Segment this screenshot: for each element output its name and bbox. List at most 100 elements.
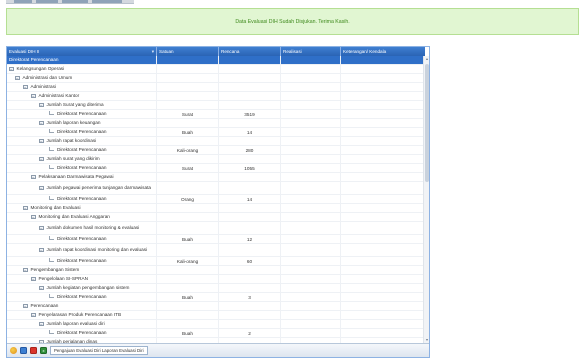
column-header-keterangan[interactable]: Keterangan/ Kendala (341, 47, 425, 56)
tree-node-row[interactable]: − Jumlah surat yang dikirim (7, 155, 425, 164)
satuan-cell (157, 222, 219, 234)
tree-leaf-row[interactable]: Direktorat Perencanaan Kali-orang 280 (7, 146, 425, 155)
row-name-cell: Direktorat Perencanaan (7, 146, 157, 154)
collapse-toggle-icon[interactable]: − (39, 321, 44, 327)
tree-node-row[interactable]: − Jumlah laporan keuangan (7, 119, 425, 128)
collapse-toggle-icon[interactable]: − (31, 276, 36, 282)
tree-leaf-row[interactable]: Direktorat Perencanaan Buah 14 (7, 128, 425, 137)
column-header-realisasi[interactable]: Realisasi (281, 47, 341, 56)
keterangan-cell[interactable] (341, 146, 425, 154)
realisasi-cell[interactable] (281, 164, 341, 172)
satuan-cell (157, 284, 219, 292)
rencana-cell (219, 101, 281, 109)
tree-node-row[interactable]: − Administrasi dan Umum (7, 74, 425, 83)
tree-node-row[interactable]: − Jumlah laporan evaluasi diri (7, 320, 425, 329)
realisasi-cell[interactable] (281, 235, 341, 243)
keterangan-cell[interactable] (341, 195, 425, 203)
keterangan-cell[interactable] (341, 329, 425, 337)
keterangan-cell[interactable] (341, 128, 425, 136)
vertical-scrollbar[interactable]: ▴ ▾ (423, 56, 429, 343)
tree-branch-line-icon (49, 294, 54, 298)
tree-leaf-row[interactable]: Direktorat Perencanaan Surat 1055 (7, 164, 425, 173)
tree-leaf-row[interactable]: Direktorat Perencanaan Buah 12 (7, 235, 425, 244)
tree-node-row[interactable]: − Administrasi (7, 83, 425, 92)
row-label: Administrasi Kantor (38, 93, 80, 99)
collapse-toggle-icon[interactable]: − (39, 138, 44, 144)
collapse-toggle-icon[interactable]: − (23, 303, 28, 309)
collapse-toggle-icon[interactable]: − (23, 205, 28, 211)
collapse-toggle-icon[interactable]: − (39, 102, 44, 108)
keterangan-cell[interactable] (341, 257, 425, 265)
collapse-toggle-icon[interactable]: − (31, 312, 36, 318)
tree-leaf-row[interactable]: Direktorat Perencanaan Buah 3 (7, 293, 425, 302)
keterangan-cell[interactable] (341, 110, 425, 118)
collapse-toggle-icon[interactable]: − (23, 84, 28, 90)
satuan-cell (157, 56, 219, 64)
collapse-toggle-icon[interactable]: − (31, 214, 36, 220)
collapse-toggle-icon[interactable]: − (31, 93, 36, 99)
collapse-toggle-icon[interactable]: − (23, 267, 28, 273)
column-header-satuan[interactable]: Satuan (157, 47, 219, 56)
tree-leaf-row[interactable]: Direktorat Perencanaan Kali-orang 60 (7, 257, 425, 266)
sort-arrow-icon: ▾ (151, 49, 154, 54)
keterangan-cell[interactable] (341, 164, 425, 172)
tree-leaf-row[interactable]: Direktorat Perencanaan Buah 2 (7, 329, 425, 338)
keterangan-cell (341, 266, 425, 274)
tree-node-row[interactable]: − Jumlah pegawai penerima tunjangan darma… (7, 182, 425, 195)
collapse-toggle-icon[interactable]: − (39, 247, 44, 253)
excel-icon[interactable]: x (40, 347, 47, 354)
tree-node-row[interactable]: − Administrasi Kantor (7, 92, 425, 101)
collapse-toggle-icon[interactable]: − (39, 285, 44, 291)
refresh-icon[interactable] (10, 347, 17, 354)
scroll-up-icon[interactable]: ▴ (424, 56, 429, 62)
tree-node-row[interactable]: − Jumlah rapat koordinasi monitoring dan … (7, 244, 425, 257)
tree-node-row[interactable]: − Monitoring dan Evaluasi (7, 204, 425, 213)
tree-branch-line-icon (49, 129, 54, 133)
success-message-banner: Data Evaluasi DIH Sudah Disjukan. Terima… (6, 8, 579, 35)
keterangan-cell (341, 320, 425, 328)
row-label: Perencanaan (30, 303, 59, 309)
collapse-toggle-icon[interactable]: − (39, 185, 44, 191)
scrollbar-thumb[interactable] (425, 64, 429, 182)
tree-leaf-row[interactable]: Direktorat Perencanaan Orang 14 (7, 195, 425, 204)
tree-node-row[interactable]: − Monitoring dan Evaluasi Anggaran (7, 213, 425, 222)
tree-node-row[interactable]: − Perencanaan (7, 302, 425, 311)
save-icon[interactable] (20, 347, 27, 354)
realisasi-cell[interactable] (281, 195, 341, 203)
tree-node-row[interactable]: − Penyelarasan Produk Perencanaan ITB (7, 311, 425, 320)
realisasi-cell[interactable] (281, 110, 341, 118)
collapse-toggle-icon[interactable]: − (15, 75, 20, 81)
row-name-cell: − Jumlah rapat koordinasi monitoring dan … (7, 244, 157, 256)
tree-node-row[interactable]: − Jumlah rapat koordinasi (7, 137, 425, 146)
tree-node-row[interactable]: − Pengelolaan SI-SPRAN (7, 275, 425, 284)
tree-node-row[interactable]: − Kelangsungan Operasi (7, 65, 425, 74)
keterangan-cell[interactable] (341, 235, 425, 243)
row-label: Jumlah kegiatan pengembangan sistem (46, 285, 130, 291)
tree-node-row[interactable]: − Pelaksanaan Darmawisata Pegawai (7, 173, 425, 182)
collapse-toggle-icon[interactable]: − (9, 66, 14, 72)
tree-node-row[interactable]: Direktorat Perencanaan (7, 56, 425, 65)
submit-evaluation-button[interactable]: Pengajuan Evaluasi Diri Laporan Evaluasi… (50, 346, 148, 355)
collapse-toggle-icon[interactable]: − (39, 156, 44, 162)
tree-node-row[interactable]: − Jumlah Surat yang diterima (7, 101, 425, 110)
collapse-toggle-icon[interactable]: − (31, 174, 36, 180)
tree-node-row[interactable]: − Pengembangan Sistem (7, 266, 425, 275)
realisasi-cell[interactable] (281, 146, 341, 154)
rencana-cell: 60 (219, 257, 281, 265)
row-name-cell: − Perencanaan (7, 302, 157, 310)
collapse-toggle-icon[interactable]: − (39, 225, 44, 231)
realisasi-cell[interactable] (281, 293, 341, 301)
keterangan-cell[interactable] (341, 293, 425, 301)
tree-node-row[interactable]: − Jumlah kegiatan pengembangan sistem (7, 284, 425, 293)
column-header-rencana[interactable]: Rencana (219, 47, 281, 56)
realisasi-cell[interactable] (281, 128, 341, 136)
evaluation-tree-grid: Evaluasi DIH II ▾ Satuan Rencana Realisas… (6, 46, 430, 358)
tree-node-row[interactable]: − Jumlah dokumen hasil monitoring & evalu… (7, 222, 425, 235)
keterangan-cell (341, 173, 425, 181)
collapse-toggle-icon[interactable]: − (39, 120, 44, 126)
column-header-evaluasi[interactable]: Evaluasi DIH II ▾ (7, 47, 157, 56)
realisasi-cell[interactable] (281, 257, 341, 265)
pdf-icon[interactable] (30, 347, 37, 354)
realisasi-cell[interactable] (281, 329, 341, 337)
tree-leaf-row[interactable]: Direktorat Perencanaan Surat 3519 (7, 110, 425, 119)
